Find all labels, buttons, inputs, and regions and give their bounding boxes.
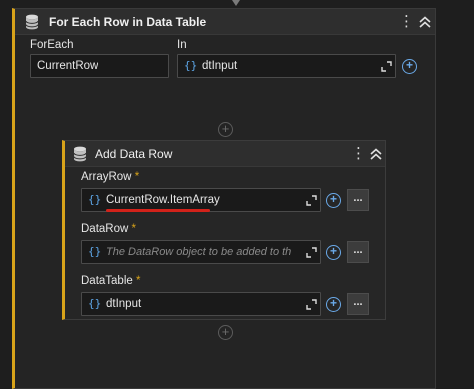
plus-circle-icon[interactable]: + [326, 193, 341, 208]
expression-brace-icon: {} [88, 245, 102, 258]
more-options-button[interactable]: ... [347, 189, 369, 211]
kebab-menu-icon[interactable]: ⋮ [399, 14, 414, 30]
expand-editor-icon[interactable] [306, 299, 317, 310]
add-data-row-card[interactable]: Add Data Row ⋮ ArrayRow * {} CurrentRow.… [62, 140, 386, 320]
more-options-button[interactable]: ... [347, 293, 369, 315]
foreach-label: ForEach [30, 39, 74, 51]
add-data-row-header[interactable]: Add Data Row ⋮ [65, 141, 385, 167]
data-row-placeholder: The DataRow object to be added to th [106, 246, 292, 258]
add-activity-icon[interactable]: + [218, 122, 233, 137]
data-row-field[interactable]: {} The DataRow object to be added to th [81, 240, 321, 264]
chevron-up-double-icon[interactable] [369, 147, 383, 161]
expression-brace-icon: {} [184, 59, 198, 72]
foreach-variable-value: CurrentRow [37, 60, 99, 72]
plus-circle-icon[interactable]: + [402, 59, 417, 74]
database-icon [25, 14, 39, 30]
data-table-label: DataTable * [81, 275, 141, 287]
data-table-value: dtInput [106, 298, 142, 310]
expression-brace-icon: {} [88, 193, 102, 206]
in-value: dtInput [202, 60, 238, 72]
foreach-activity-title: For Each Row in Data Table [49, 15, 207, 29]
array-row-label: ArrayRow * [81, 171, 140, 183]
kebab-menu-icon[interactable]: ⋮ [351, 146, 366, 162]
in-field[interactable]: {} dtInput [177, 54, 396, 78]
expression-brace-icon: {} [88, 297, 102, 310]
foreach-activity-header[interactable]: For Each Row in Data Table ⋮ [15, 9, 435, 35]
data-table-field[interactable]: {} dtInput [81, 292, 321, 316]
array-row-value: CurrentRow.ItemArray [106, 194, 220, 206]
top-connector-arrow [232, 0, 240, 6]
expand-editor-icon[interactable] [381, 61, 392, 72]
plus-circle-icon[interactable]: + [326, 245, 341, 260]
chevron-up-double-icon[interactable] [418, 15, 432, 29]
add-activity-icon[interactable]: + [218, 325, 233, 340]
red-annotation-underline [106, 209, 210, 212]
more-options-button[interactable]: ... [347, 241, 369, 263]
in-label: In [177, 39, 187, 51]
foreach-variable-field[interactable]: CurrentRow [30, 54, 169, 78]
expand-editor-icon[interactable] [306, 247, 317, 258]
add-data-row-title: Add Data Row [95, 147, 173, 161]
database-icon [73, 146, 87, 162]
plus-circle-icon[interactable]: + [326, 297, 341, 312]
data-row-label: DataRow * [81, 223, 136, 235]
expand-editor-icon[interactable] [306, 195, 317, 206]
